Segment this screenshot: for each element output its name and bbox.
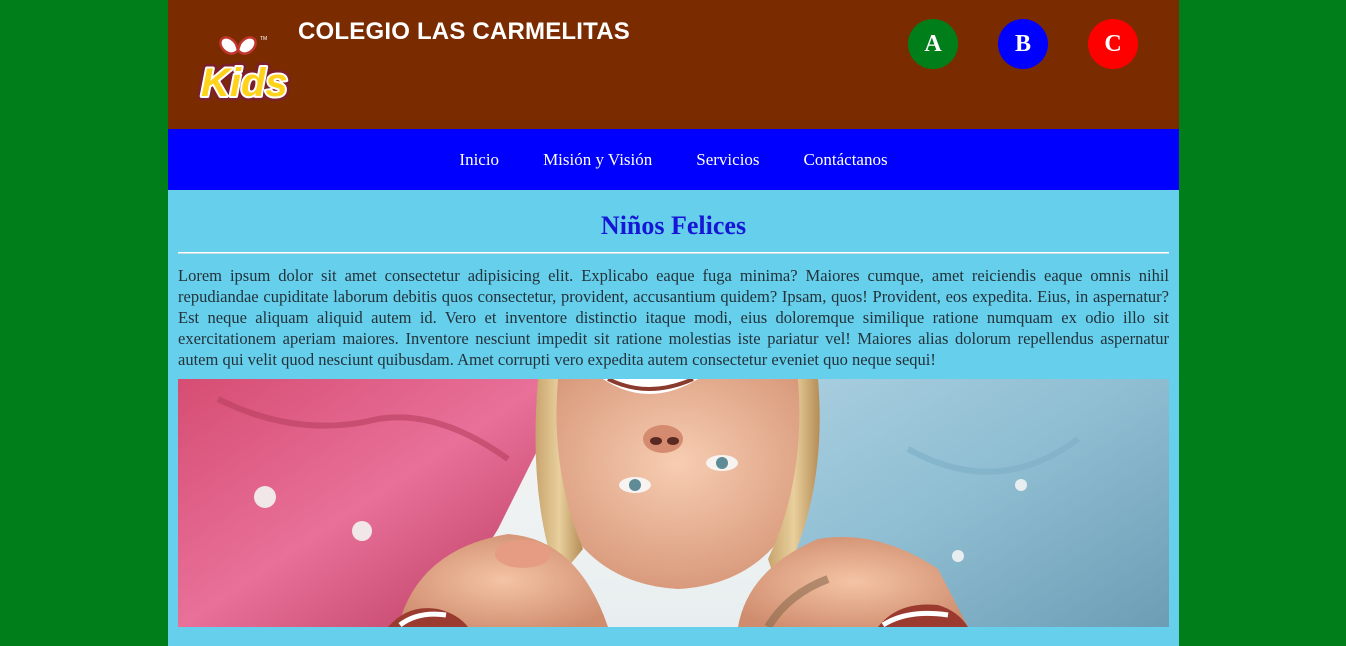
nav-contactanos[interactable]: Contáctanos bbox=[782, 150, 910, 170]
nav-mision-vision[interactable]: Misión y Visión bbox=[521, 150, 674, 170]
happy-kids-image bbox=[178, 379, 1169, 627]
nav-servicios[interactable]: Servicios bbox=[674, 150, 781, 170]
svg-text:TM: TM bbox=[260, 36, 267, 42]
site-header: TM Kids Kids Kids COLEGIO LAS CARMELITAS… bbox=[168, 0, 1179, 129]
main-content: Niños Felices Lorem ipsum dolor sit amet… bbox=[168, 190, 1179, 627]
section-heading: Niños Felices bbox=[600, 211, 747, 240]
page-container: TM Kids Kids Kids COLEGIO LAS CARMELITAS… bbox=[168, 0, 1179, 646]
site-title: COLEGIO LAS CARMELITAS bbox=[298, 18, 630, 45]
button-c[interactable]: C bbox=[1088, 19, 1138, 69]
main-nav: Inicio Misión y Visión Servicios Contáct… bbox=[168, 129, 1179, 190]
kids-logo: TM Kids Kids Kids bbox=[198, 36, 292, 108]
svg-text:Kids: Kids bbox=[201, 61, 288, 105]
button-a[interactable]: A bbox=[908, 19, 958, 69]
button-b[interactable]: B bbox=[998, 19, 1048, 69]
divider bbox=[178, 252, 1169, 254]
section-paragraph: Lorem ipsum dolor sit amet consectetur a… bbox=[178, 266, 1169, 369]
nav-inicio[interactable]: Inicio bbox=[437, 150, 521, 170]
